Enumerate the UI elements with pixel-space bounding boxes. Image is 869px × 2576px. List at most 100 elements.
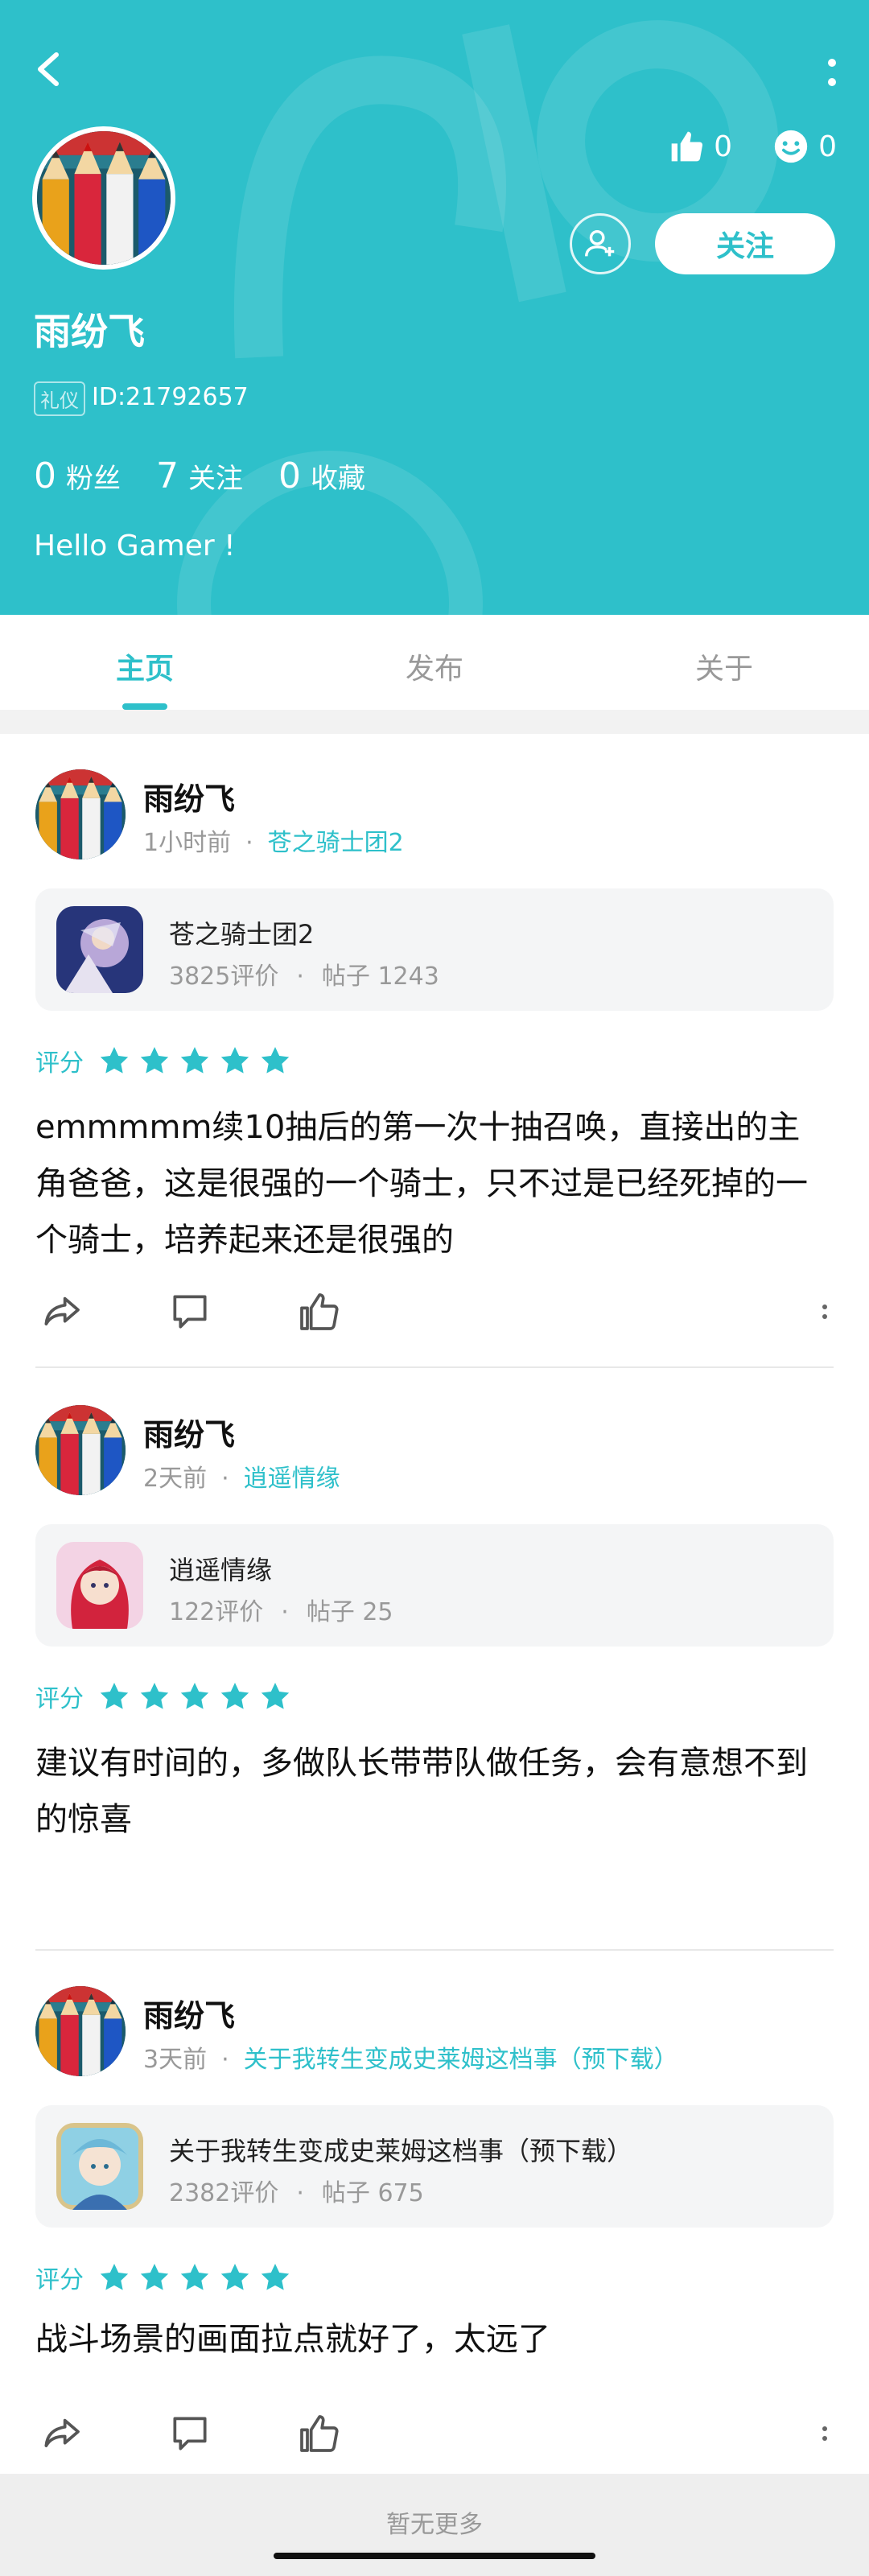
star-icon [259, 1680, 291, 1713]
separator: · [281, 1598, 289, 1626]
favorites-label[interactable]: 收藏 [311, 456, 365, 496]
game-title: 关于我转生变成史莱姆这档事（预下载） [169, 2136, 633, 2166]
game-post-count: 帖子 25 [306, 1598, 393, 1626]
separator: · [296, 2179, 304, 2207]
user-id: ID:21792657 [92, 383, 249, 411]
star-icon [219, 1045, 251, 1077]
game-review-count: 2382评价 [169, 2179, 279, 2207]
tab-posts[interactable]: 发布 [290, 615, 579, 710]
post-time: 2天前 [143, 1465, 208, 1493]
like-icon[interactable] [296, 1289, 341, 1334]
post-divider [35, 1366, 834, 1368]
post-rating: 评分 [35, 1679, 299, 1714]
post-time: 1小时前 [143, 829, 232, 857]
star-icon [138, 2261, 171, 2294]
star-icon [259, 1045, 291, 1077]
home-indicator[interactable] [274, 2553, 595, 2559]
post-game-link[interactable]: 关于我转生变成史莱姆这档事（预下载） [244, 2046, 678, 2074]
post-author-name[interactable]: 雨纷飞 [143, 1991, 235, 2035]
post-more-icon[interactable] [813, 2411, 837, 2456]
smiles-counter[interactable]: 0 [773, 129, 837, 164]
profile-stats: 0 粉丝 7 关注 0 收藏 [34, 455, 401, 497]
following-count[interactable]: 7 [156, 455, 179, 497]
smile-icon [774, 130, 808, 163]
post-author-avatar[interactable] [35, 1405, 126, 1495]
no-more-footer: 暂无更多 [0, 2474, 869, 2576]
game-post-count: 帖子 1243 [321, 962, 439, 991]
game-title: 苍之骑士团2 [169, 919, 315, 950]
post-text[interactable]: 建议有时间的，多做队长带带队做任务，会有意想不到的惊喜 [35, 1735, 832, 1848]
etiquette-badge[interactable]: 礼仪 [34, 381, 85, 416]
more-vertical-icon[interactable] [824, 48, 840, 97]
profile-tabs: 主页 发布 关于 [0, 615, 869, 710]
profile-header: 0 0 关注 雨纷飞 礼仪 ID:21792657 0 粉丝 7 关注 0 收藏… [0, 0, 869, 615]
add-friend-button[interactable] [570, 213, 631, 274]
rating-label: 评分 [35, 1685, 84, 1713]
favorites-count[interactable]: 0 [278, 455, 301, 497]
share-icon[interactable] [39, 1289, 84, 1334]
post-actions [0, 1289, 869, 1337]
post-meta: 3天前 · 关于我转生变成史莱姆这档事（预下载） [143, 2039, 678, 2075]
game-meta: 122评价 · 帖子 25 [169, 1592, 393, 1627]
rating-label: 评分 [35, 1049, 84, 1078]
post-author-avatar[interactable] [35, 769, 126, 859]
tab-about[interactable]: 关于 [579, 615, 869, 710]
game-card[interactable]: 苍之骑士团2 3825评价 · 帖子 1243 [35, 888, 834, 1011]
post-author-name[interactable]: 雨纷飞 [143, 1410, 235, 1454]
star-icon [179, 1045, 211, 1077]
separator: · [245, 829, 253, 857]
post-meta: 1小时前 · 苍之骑士团2 [143, 822, 404, 858]
profile-avatar[interactable] [32, 126, 175, 270]
like-icon[interactable] [296, 2411, 341, 2456]
profile-bio: Hello Gamer ! [34, 530, 236, 563]
game-icon [56, 2123, 143, 2210]
star-icon [98, 1680, 130, 1713]
star-icon [98, 2261, 130, 2294]
star-icon [98, 1045, 130, 1077]
star-icon [138, 1045, 171, 1077]
post-actions [0, 2411, 869, 2459]
post-author-avatar[interactable] [35, 1986, 126, 2076]
star-icon [179, 2261, 211, 2294]
star-icon [259, 2261, 291, 2294]
post-text[interactable]: 战斗场景的画面拉点就好了，太远了 [35, 2311, 832, 2368]
star-icon [219, 2261, 251, 2294]
game-title: 逍遥情缘 [169, 1555, 273, 1585]
game-card[interactable]: 关于我转生变成史莱姆这档事（预下载） 2382评价 · 帖子 675 [35, 2105, 834, 2228]
profile-name: 雨纷飞 [34, 310, 145, 353]
game-card[interactable]: 逍遥情缘 122评价 · 帖子 25 [35, 1524, 834, 1647]
post-meta: 2天前 · 逍遥情缘 [143, 1458, 340, 1494]
share-icon[interactable] [39, 2411, 84, 2456]
game-meta: 2382评价 · 帖子 675 [169, 2173, 424, 2208]
post-more-icon[interactable] [813, 1289, 837, 1334]
fans-label[interactable]: 粉丝 [66, 456, 121, 496]
post-divider [35, 1949, 834, 1951]
game-icon [56, 1542, 143, 1629]
comment-icon[interactable] [167, 2411, 212, 2456]
game-icon [56, 906, 143, 993]
game-meta: 3825评价 · 帖子 1243 [169, 956, 439, 991]
back-icon[interactable] [29, 45, 71, 93]
comment-icon[interactable] [167, 1289, 212, 1334]
game-post-count: 帖子 675 [321, 2179, 424, 2207]
separator: · [221, 2046, 229, 2074]
smiles-count: 0 [818, 130, 837, 163]
post-feed: 雨纷飞 1小时前 · 苍之骑士团2 苍之骑士团2 3825评价 · 帖子 1243 评分… [0, 734, 869, 2474]
separator: · [296, 962, 304, 991]
likes-count: 0 [714, 130, 732, 163]
follow-button[interactable]: 关注 [655, 213, 835, 274]
fans-count[interactable]: 0 [34, 455, 56, 497]
following-label[interactable]: 关注 [188, 456, 243, 496]
star-icon [179, 1680, 211, 1713]
likes-counter[interactable]: 0 [669, 129, 732, 164]
thumbs-up-icon [671, 131, 703, 162]
post-game-link[interactable]: 逍遥情缘 [244, 1465, 340, 1493]
add-user-icon [585, 229, 615, 257]
post-text[interactable]: emmmmm续10抽后的第一次十抽召唤，直接出的主角爸爸，这是很强的一个骑士，只… [35, 1099, 832, 1268]
star-icon [138, 1680, 171, 1713]
post-author-name[interactable]: 雨纷飞 [143, 774, 235, 818]
tab-home[interactable]: 主页 [0, 615, 290, 710]
game-review-count: 122评价 [169, 1598, 264, 1626]
post-game-link[interactable]: 苍之骑士团2 [268, 829, 404, 857]
rating-label: 评分 [35, 2266, 84, 2294]
